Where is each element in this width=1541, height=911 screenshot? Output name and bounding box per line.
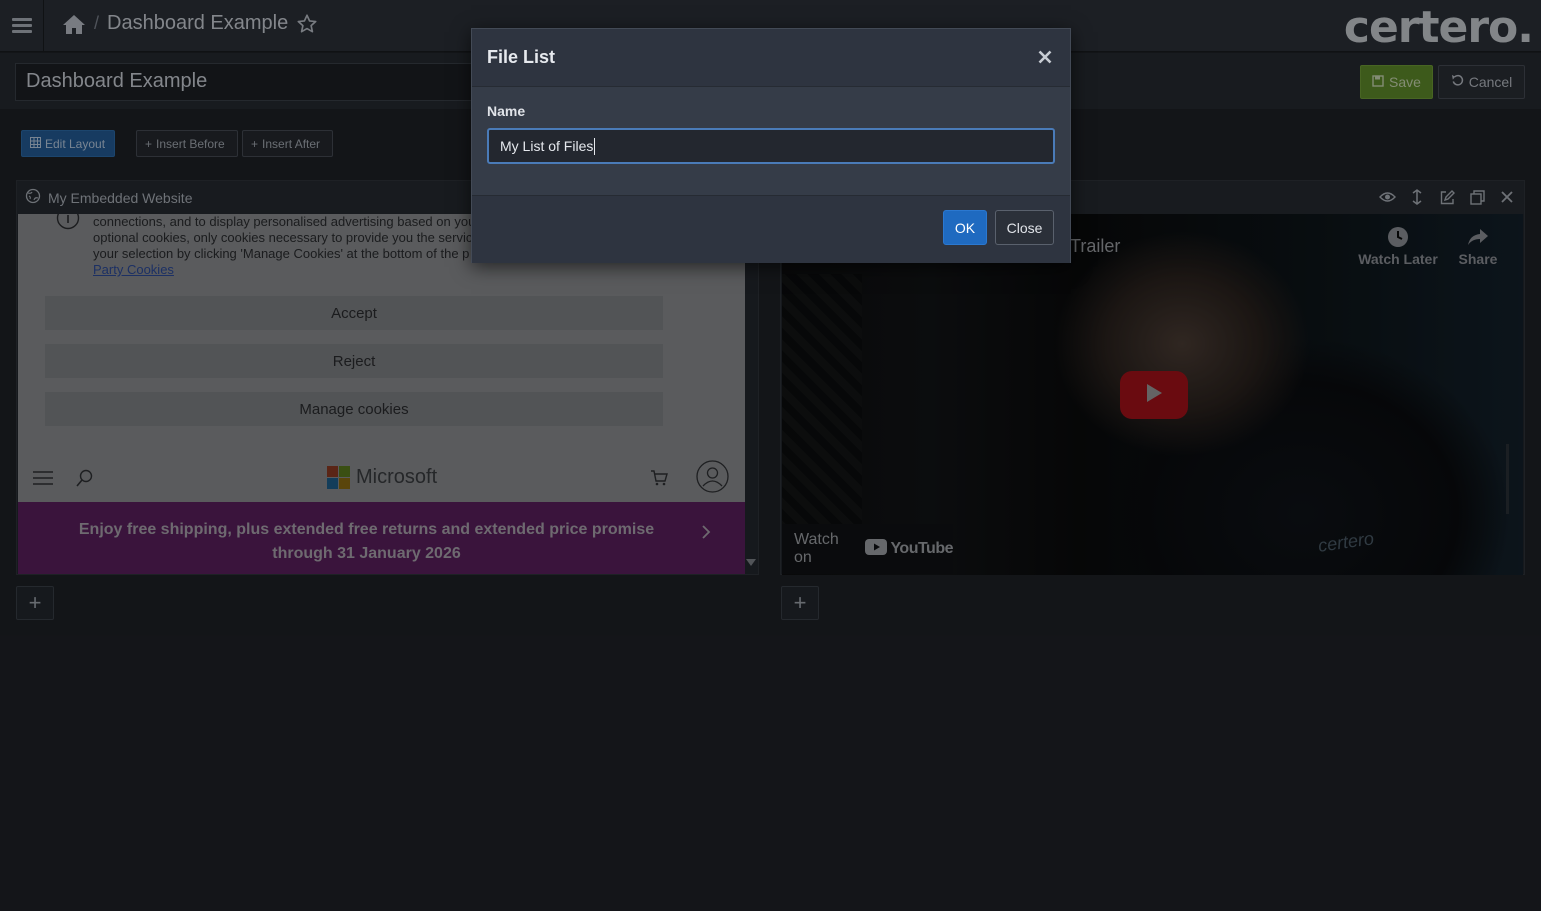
name-label: Name <box>487 103 526 119</box>
dialog-title: File List <box>487 47 556 67</box>
dialog-header: File List <box>472 29 1070 87</box>
dialog-footer: OK Close <box>472 195 1070 263</box>
file-list-dialog: File List Name My List of Files OK Close <box>471 28 1071 263</box>
name-field-value: My List of Files <box>500 138 594 154</box>
close-button[interactable]: Close <box>995 210 1054 245</box>
close-icon[interactable] <box>1035 47 1055 67</box>
dialog-body: Name My List of Files <box>472 87 1070 195</box>
name-field[interactable]: My List of Files <box>487 128 1055 164</box>
ok-button[interactable]: OK <box>943 210 987 245</box>
dashboard-page: / Dashboard Example certero. Dashboard E… <box>0 0 1541 911</box>
text-caret <box>594 137 596 155</box>
